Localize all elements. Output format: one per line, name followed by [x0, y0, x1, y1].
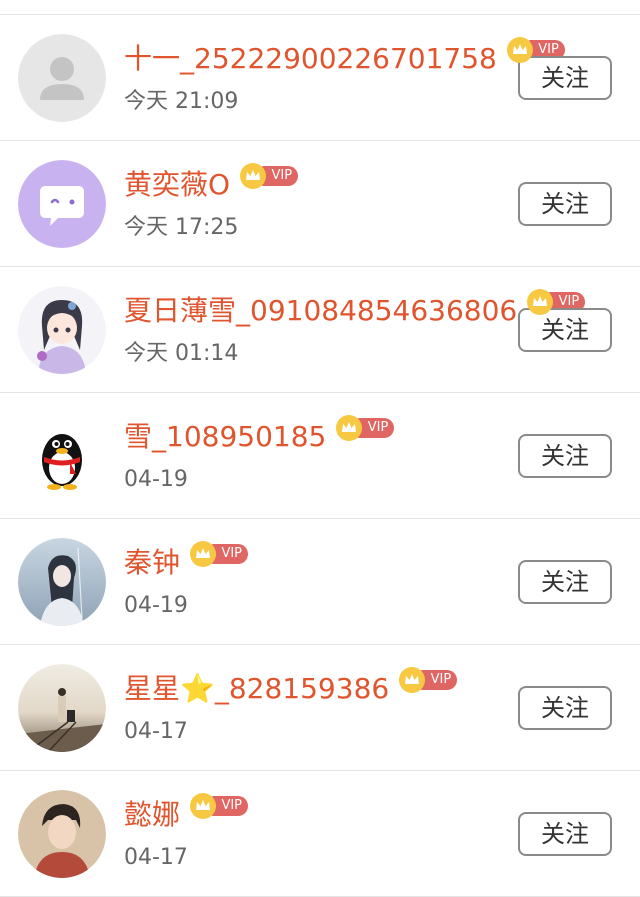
- follow-button[interactable]: 关注: [518, 686, 612, 730]
- vip-badge: VIP: [240, 163, 299, 189]
- follow-time: 04-19: [124, 467, 188, 492]
- user-name-line: 黄奕薇O VIP: [124, 163, 299, 205]
- qq-penguin-avatar[interactable]: [18, 412, 106, 500]
- anime-girl-avatar[interactable]: [18, 286, 106, 374]
- user-name[interactable]: 十一_2522290022670175​8: [124, 39, 497, 79]
- follow-button[interactable]: 关注: [518, 560, 612, 604]
- user-name-line: 星星⭐_828159386 VIP: [124, 667, 458, 709]
- vip-badge: VIP: [336, 415, 395, 441]
- chat-bubble-avatar[interactable]: [18, 160, 106, 248]
- user-name[interactable]: 夏日薄雪_091084854636806: [124, 291, 517, 331]
- vip-badge: VIP: [399, 667, 458, 693]
- railway-photo-avatar[interactable]: [18, 664, 106, 752]
- list-item[interactable]: 夏日薄雪_091084854636806 VIP 今天 01:14 关注: [0, 267, 640, 393]
- crown-icon: [190, 793, 217, 819]
- illustration-woman-avatar[interactable]: [18, 538, 106, 626]
- vip-badge: VIP: [190, 541, 249, 567]
- user-name-line: 夏日薄雪_091084854636806 VIP: [124, 289, 586, 331]
- user-name-line: 懿娜 VIP: [124, 793, 249, 835]
- follow-time: 04-17: [124, 719, 188, 744]
- crown-icon: [506, 37, 533, 63]
- list-item[interactable]: 懿娜 VIP 04-17 关注: [0, 771, 640, 897]
- crown-icon: [240, 163, 267, 189]
- follow-time: 04-17: [124, 845, 188, 870]
- default-avatar-icon[interactable]: [18, 34, 106, 122]
- crown-icon: [399, 667, 426, 693]
- follow-time: 今天 17:25: [124, 215, 239, 240]
- follow-button[interactable]: 关注: [518, 434, 612, 478]
- follow-time: 今天 21:09: [124, 89, 239, 114]
- list-item[interactable]: 黄奕薇O VIP 今天 17:25 关注: [0, 141, 640, 267]
- crown-icon: [336, 415, 363, 441]
- user-name[interactable]: 黄奕薇O: [124, 165, 230, 205]
- user-name[interactable]: 雪_108950185: [124, 417, 326, 457]
- list-item[interactable]: 星星⭐_828159386 VIP 04-17 关注: [0, 645, 640, 771]
- user-name[interactable]: 星星⭐_828159386: [124, 669, 389, 709]
- vip-badge: VIP: [190, 793, 249, 819]
- user-name-line: 雪_108950185 VIP: [124, 415, 395, 457]
- follow-time: 今天 01:14: [124, 341, 239, 366]
- follow-button[interactable]: 关注: [518, 182, 612, 226]
- user-name[interactable]: 秦钟: [124, 543, 180, 583]
- follow-time: 04-19: [124, 593, 188, 618]
- user-name-line: 十一_2522290022670175​8 VIP: [124, 37, 565, 79]
- crown-icon: [190, 541, 217, 567]
- follow-button[interactable]: 关注: [518, 812, 612, 856]
- list-item[interactable]: 雪_108950185 VIP 04-19 关注: [0, 393, 640, 519]
- portrait-photo-avatar[interactable]: [18, 790, 106, 878]
- user-name-line: 秦钟 VIP: [124, 541, 249, 583]
- crown-icon: [527, 289, 554, 315]
- follower-list: 十一_2522290022670175​8 VIP 今天 21:09 关注 黄奕…: [0, 15, 640, 897]
- user-name[interactable]: 懿娜: [124, 795, 180, 835]
- list-item[interactable]: 秦钟 VIP 04-19 关注: [0, 519, 640, 645]
- list-item[interactable]: 十一_2522290022670175​8 VIP 今天 21:09 关注: [0, 15, 640, 141]
